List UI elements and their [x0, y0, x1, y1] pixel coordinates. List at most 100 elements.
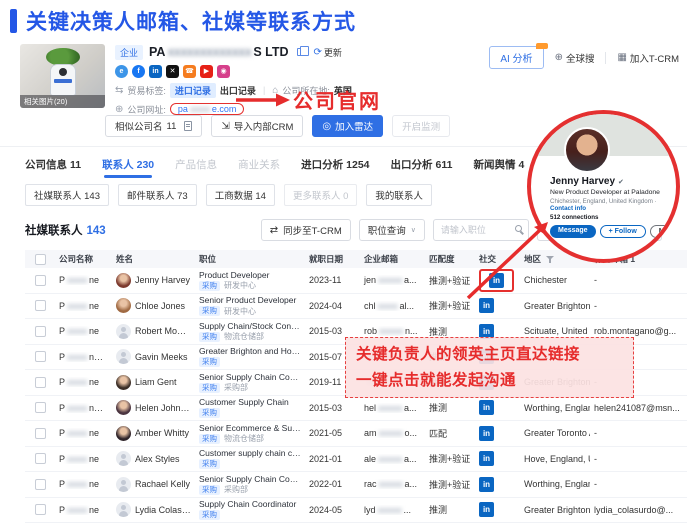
- youtube-icon[interactable]: ▶: [200, 65, 213, 78]
- chevron-down-icon: ∨: [411, 226, 416, 234]
- header-date: 就职日期: [305, 253, 360, 265]
- x-twitter-icon[interactable]: ✕: [166, 65, 179, 78]
- row-checkbox[interactable]: [35, 351, 46, 362]
- contact-name[interactable]: Gavin Meeks: [135, 352, 188, 362]
- trade-tags-icon: ⇆: [115, 85, 123, 96]
- chip-2[interactable]: 邮件联系人 73: [118, 184, 197, 206]
- join-radar-button[interactable]: ◎加入雷达: [312, 115, 383, 137]
- contact-name[interactable]: Amber Whitty: [135, 428, 189, 438]
- social-cell: in: [475, 298, 520, 313]
- email-prefix: rac: [364, 479, 377, 489]
- trade-tags-label: 贸易标签:: [127, 84, 166, 97]
- global-search-label: 全球搜: [566, 51, 595, 65]
- tab-3[interactable]: 产品信息: [175, 157, 217, 172]
- related-images-label[interactable]: 相关图片(20): [20, 95, 105, 108]
- contact-name[interactable]: Alex Styles: [135, 454, 180, 464]
- company-redacted: xxxxx: [67, 505, 87, 515]
- annotation-note-line1: 关键负责人的领英主页直达链接: [356, 342, 623, 368]
- linkedin-icon[interactable]: in: [479, 426, 494, 441]
- row-checkbox[interactable]: [35, 377, 46, 388]
- row-checkbox[interactable]: [35, 275, 46, 286]
- global-search-button[interactable]: ⊕全球搜: [555, 51, 595, 65]
- import-crm-button[interactable]: ⇲导入内部CRM: [211, 115, 303, 137]
- similar-companies-button[interactable]: 相似公司名11: [105, 115, 202, 137]
- ai-analysis-button[interactable]: AI 分析: [489, 46, 543, 69]
- import-records-tag[interactable]: 进口记录: [170, 83, 216, 98]
- sync-tcrm-button[interactable]: ⇄同步至T-CRM: [261, 219, 351, 241]
- row-checkbox[interactable]: [35, 402, 46, 413]
- contact-cell: Liam Gent: [112, 375, 195, 390]
- tab-4[interactable]: 商业关系: [238, 157, 280, 172]
- tab-2[interactable]: 联系人230: [102, 157, 154, 172]
- row-checkbox[interactable]: [35, 479, 46, 490]
- linkedin-icon[interactable]: in: [149, 65, 162, 78]
- main-tabs: 公司信息11 联系人230 产品信息 商业关系 进口分析1254 出口分析611 新闻舆情4…: [25, 153, 587, 175]
- contact-type-chips: 社媒联系人 143 邮件联系人 73 工商数据 14 更多联系人 0 我的联系人: [25, 184, 432, 206]
- linkedin-icon[interactable]: in: [479, 451, 494, 466]
- company-photo[interactable]: 相关图片(20): [20, 44, 105, 108]
- contact-name[interactable]: Lydia Colasurdo: [135, 505, 191, 515]
- update-button[interactable]: ⟳更新: [314, 46, 342, 59]
- more-button[interactable]: More: [650, 225, 680, 238]
- chip-1[interactable]: 社媒联系人 143: [25, 184, 109, 206]
- contact-name[interactable]: Rachael Kelly: [135, 479, 190, 489]
- row-checkbox[interactable]: [35, 428, 46, 439]
- section-title-text: 社媒联系人: [25, 225, 83, 237]
- tab-5[interactable]: 进口分析1254: [301, 157, 369, 172]
- job-tag: 采购: [199, 408, 220, 418]
- contact-info-link[interactable]: Contact info: [550, 205, 586, 212]
- start-monitor-button[interactable]: 开启监测: [392, 115, 450, 137]
- search-icon[interactable]: [515, 225, 522, 232]
- company-website-link[interactable]: paxxxxxe.com: [170, 103, 245, 115]
- chip-4[interactable]: 更多联系人 0: [284, 184, 357, 206]
- linkedin-icon[interactable]: in: [479, 400, 494, 415]
- facebook-icon[interactable]: f: [132, 65, 145, 78]
- avatar-placeholder: [116, 477, 131, 492]
- message-button[interactable]: Message: [550, 225, 596, 238]
- linkedin-highlight-box: in: [479, 269, 514, 292]
- linkedin-icon[interactable]: in: [489, 273, 504, 288]
- company-prefix: P: [59, 377, 65, 387]
- row-checkbox[interactable]: [35, 504, 46, 515]
- instagram-icon[interactable]: ◉: [217, 65, 230, 78]
- company-suffix: ne Produc...: [89, 403, 112, 413]
- job-query-select[interactable]: 职位查询∨: [359, 219, 425, 241]
- linkedin-icon[interactable]: in: [479, 502, 494, 517]
- email-redacted: xxxxxx: [379, 326, 403, 336]
- job-title: Supply Chain/Stock Control: [199, 321, 301, 331]
- tab-1[interactable]: 公司信息11: [25, 157, 81, 172]
- filter-icon[interactable]: [546, 255, 555, 264]
- phone-icon[interactable]: ☎: [183, 65, 196, 78]
- chip-5[interactable]: 我的联系人: [366, 184, 432, 206]
- row-checkbox[interactable]: [35, 326, 46, 337]
- social-cell: in: [475, 400, 520, 415]
- export-records-tag[interactable]: 出口记录: [220, 84, 256, 97]
- contact-name[interactable]: Helen Johnstone: [135, 403, 191, 413]
- job-title-cell: Senior Supply Chain Coordinator采购采购部: [195, 474, 305, 495]
- linkedin-icon[interactable]: in: [479, 477, 494, 492]
- job-title-cell: Senior Product Developer采购研发中心: [195, 295, 305, 316]
- linkedin-wrap: in: [479, 298, 494, 313]
- contact-name[interactable]: Liam Gent: [135, 377, 177, 387]
- select-all-checkbox[interactable]: [35, 254, 46, 265]
- company-redacted: xxxxx: [67, 428, 87, 438]
- email-redacted: xxxxxx: [378, 403, 402, 413]
- company-cell: Pxxxxxne: [55, 428, 112, 438]
- contact-name[interactable]: Robert Monta...: [135, 326, 191, 336]
- follow-button[interactable]: + Follow: [600, 225, 646, 238]
- tab-6[interactable]: 出口分析611: [391, 157, 453, 172]
- linkedin-icon[interactable]: in: [479, 298, 494, 313]
- contact-name[interactable]: Chloe Jones: [135, 301, 185, 311]
- company-email-cell: racxxxxxxa...: [360, 479, 425, 489]
- tab-7[interactable]: 新闻舆情4: [473, 157, 524, 172]
- company-email-cell: helxxxxxxa...: [360, 403, 425, 413]
- row-checkbox[interactable]: [35, 300, 46, 311]
- copy-icon[interactable]: [297, 48, 304, 56]
- join-tcrm-button[interactable]: ▦加入T-CRM: [617, 51, 679, 65]
- match-level-cell: 推测: [425, 401, 475, 414]
- row-checkbox[interactable]: [35, 453, 46, 464]
- chip-3[interactable]: 工商数据 14: [206, 184, 275, 206]
- contact-name[interactable]: Jenny Harvey: [135, 275, 190, 285]
- avatar-photo: [116, 400, 131, 415]
- website-icon[interactable]: e: [115, 65, 128, 78]
